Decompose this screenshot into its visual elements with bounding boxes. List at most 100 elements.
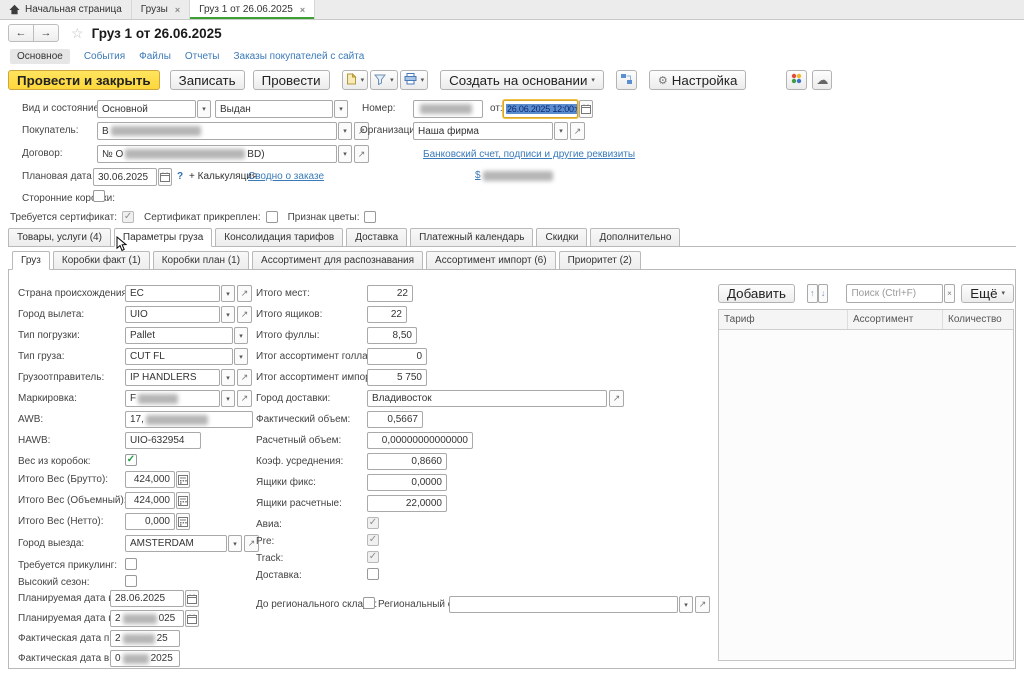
delivery-flag-checkbox[interactable]: [367, 568, 379, 580]
report-dropdown-button[interactable]: ▾: [342, 70, 369, 90]
before-regional-warehouse-checkbox[interactable]: [363, 597, 375, 609]
origin-country-open-button[interactable]: ↗: [237, 285, 252, 302]
state-field[interactable]: Выдан: [215, 100, 333, 118]
regional-warehouse-open-button[interactable]: ↗: [695, 596, 710, 613]
column-header-1[interactable]: Ассортимент: [848, 310, 943, 329]
add-button[interactable]: Добавить: [718, 284, 795, 303]
certificate-required-checkbox[interactable]: ✓: [122, 211, 134, 223]
close-icon[interactable]: ×: [300, 5, 305, 15]
subtab-assortment-import[interactable]: Ассортимент импорт (6): [426, 251, 556, 270]
organization-dropdown-button[interactable]: ▾: [554, 122, 568, 140]
subtab-cargo[interactable]: Груз: [12, 251, 50, 270]
search-input[interactable]: Поиск (Ctrl+F): [846, 284, 942, 303]
kind-dropdown-button[interactable]: ▾: [197, 100, 211, 118]
total-volumetric-weight-field[interactable]: 424,000: [125, 492, 175, 509]
shipper-dropdown-button[interactable]: ▾: [221, 369, 235, 386]
window-tab-home[interactable]: Начальная страница: [0, 0, 132, 19]
order-summary-link[interactable]: Сводно о заказе: [248, 171, 324, 182]
boxes-calculated-field[interactable]: 22,0000: [367, 495, 447, 512]
planned-departure-date-field[interactable]: 28.06.2025: [110, 590, 184, 607]
save-button[interactable]: Записать: [170, 70, 245, 90]
total-fulls-field[interactable]: 8,50: [367, 327, 417, 344]
averaging-coefficient-field[interactable]: 0,8660: [367, 453, 447, 470]
move-up-button[interactable]: ↑: [807, 284, 818, 303]
marking-dropdown-button[interactable]: ▾: [221, 390, 235, 407]
print-dropdown-button[interactable]: ▾: [400, 70, 429, 90]
cargo-type-dropdown-button[interactable]: ▾: [234, 348, 248, 365]
planned-arrival-date-calendar-button[interactable]: [185, 610, 199, 627]
high-season-checkbox[interactable]: [125, 575, 137, 587]
planned-exit-date-field[interactable]: 30.06.2025: [93, 168, 157, 186]
contract-field[interactable]: № ОBD): [97, 145, 337, 163]
back-button[interactable]: ←: [8, 24, 34, 42]
avia-checkbox[interactable]: ✓: [367, 517, 379, 529]
filter-dropdown-button[interactable]: ▾: [370, 70, 398, 90]
organization-open-button[interactable]: ↗: [570, 122, 585, 140]
related-documents-button[interactable]: [616, 70, 637, 90]
number-field[interactable]: [413, 100, 483, 118]
awb-field[interactable]: 17,: [125, 411, 253, 428]
exit-city-dropdown-button[interactable]: ▾: [228, 535, 242, 552]
create-based-on-button[interactable]: Создать на основании ▾: [440, 70, 604, 90]
weight-from-boxes-checkbox[interactable]: ✓: [125, 454, 137, 466]
forward-button[interactable]: →: [33, 24, 59, 42]
organization-field[interactable]: Наша фирма: [413, 122, 553, 140]
state-dropdown-button[interactable]: ▾: [334, 100, 348, 118]
exit-city-field[interactable]: AMSTERDAM: [125, 535, 227, 552]
buyer-field[interactable]: B: [97, 122, 337, 140]
help-question-mark[interactable]: ?: [177, 171, 183, 182]
bank-details-link[interactable]: Банковский счет, подписи и другие реквиз…: [423, 149, 635, 160]
cargo-type-field[interactable]: CUT FL: [125, 348, 233, 365]
nav-events[interactable]: События: [84, 51, 125, 62]
actual-departure-date-field[interactable]: 02025: [110, 650, 180, 667]
delivery-city-field[interactable]: Владивосток: [367, 390, 607, 407]
planned-exit-date-calendar-button[interactable]: [158, 168, 172, 186]
post-and-close-button[interactable]: Провести и закрыть: [8, 70, 160, 90]
pre-checkbox[interactable]: ✓: [367, 534, 379, 546]
close-icon[interactable]: ×: [175, 5, 180, 15]
total-net-weight-calc-button[interactable]: [176, 513, 190, 530]
total-volumetric-weight-calc-button[interactable]: [176, 492, 190, 509]
regional-warehouse-dropdown-button[interactable]: ▾: [679, 596, 693, 613]
window-tab-cargo-document[interactable]: Груз 1 от 26.06.2025×: [190, 0, 315, 19]
delivery-city-open-button[interactable]: ↗: [609, 390, 624, 407]
column-header-2[interactable]: Количество: [943, 310, 1013, 329]
total-gross-weight-calc-button[interactable]: [176, 471, 190, 488]
tariffs-table-body[interactable]: [719, 330, 1013, 660]
search-clear-button[interactable]: ×: [944, 284, 956, 303]
subtab-boxes-plan[interactable]: Коробки план (1): [153, 251, 249, 270]
origin-country-dropdown-button[interactable]: ▾: [221, 285, 235, 302]
subtab-priority[interactable]: Приоритет (2): [559, 251, 641, 270]
loading-type-dropdown-button[interactable]: ▾: [234, 327, 248, 344]
departure-city-dropdown-button[interactable]: ▾: [221, 306, 235, 323]
buyer-dropdown-button[interactable]: ▾: [338, 122, 352, 140]
actual-arrival-date-field[interactable]: 225: [110, 630, 180, 647]
loading-type-field[interactable]: Pallet: [125, 327, 233, 344]
flowers-flag-checkbox[interactable]: [364, 211, 376, 223]
contract-dropdown-button[interactable]: ▾: [338, 145, 352, 163]
total-net-weight-field[interactable]: 0,000: [125, 513, 175, 530]
marking-open-button[interactable]: ↗: [237, 390, 252, 407]
precooling-required-checkbox[interactable]: [125, 558, 137, 570]
tab-additional[interactable]: Дополнительно: [590, 228, 680, 247]
departure-city-field[interactable]: UIO: [125, 306, 220, 323]
regional-warehouse-field[interactable]: [449, 596, 678, 613]
cloud-sync-button[interactable]: ☁: [812, 70, 832, 90]
tab-goods-services[interactable]: Товары, услуги (4): [8, 228, 111, 247]
departure-city-open-button[interactable]: ↗: [237, 306, 252, 323]
marking-field[interactable]: F: [125, 390, 220, 407]
subtab-assortment-recognition[interactable]: Ассортимент для распознавания: [252, 251, 423, 270]
total-assortment-import-field[interactable]: 5 750: [367, 369, 427, 386]
total-assortment-holland-field[interactable]: 0: [367, 348, 427, 365]
nav-files[interactable]: Файлы: [139, 51, 171, 62]
boxes-fixed-field[interactable]: 0,0000: [367, 474, 447, 491]
tab-payment-calendar[interactable]: Платежный календарь: [410, 228, 533, 247]
move-down-button[interactable]: ↓: [818, 284, 829, 303]
contract-open-button[interactable]: ↗: [354, 145, 369, 163]
kind-field[interactable]: Основной: [97, 100, 196, 118]
more-button[interactable]: Ещё ▾: [961, 284, 1014, 303]
planned-departure-date-calendar-button[interactable]: [185, 590, 199, 607]
date-field[interactable]: 26.06.2025 12:00:00: [503, 100, 578, 118]
total-boxes-field[interactable]: 22: [367, 306, 407, 323]
window-tab-cargoes-list[interactable]: Грузы×: [132, 0, 190, 19]
